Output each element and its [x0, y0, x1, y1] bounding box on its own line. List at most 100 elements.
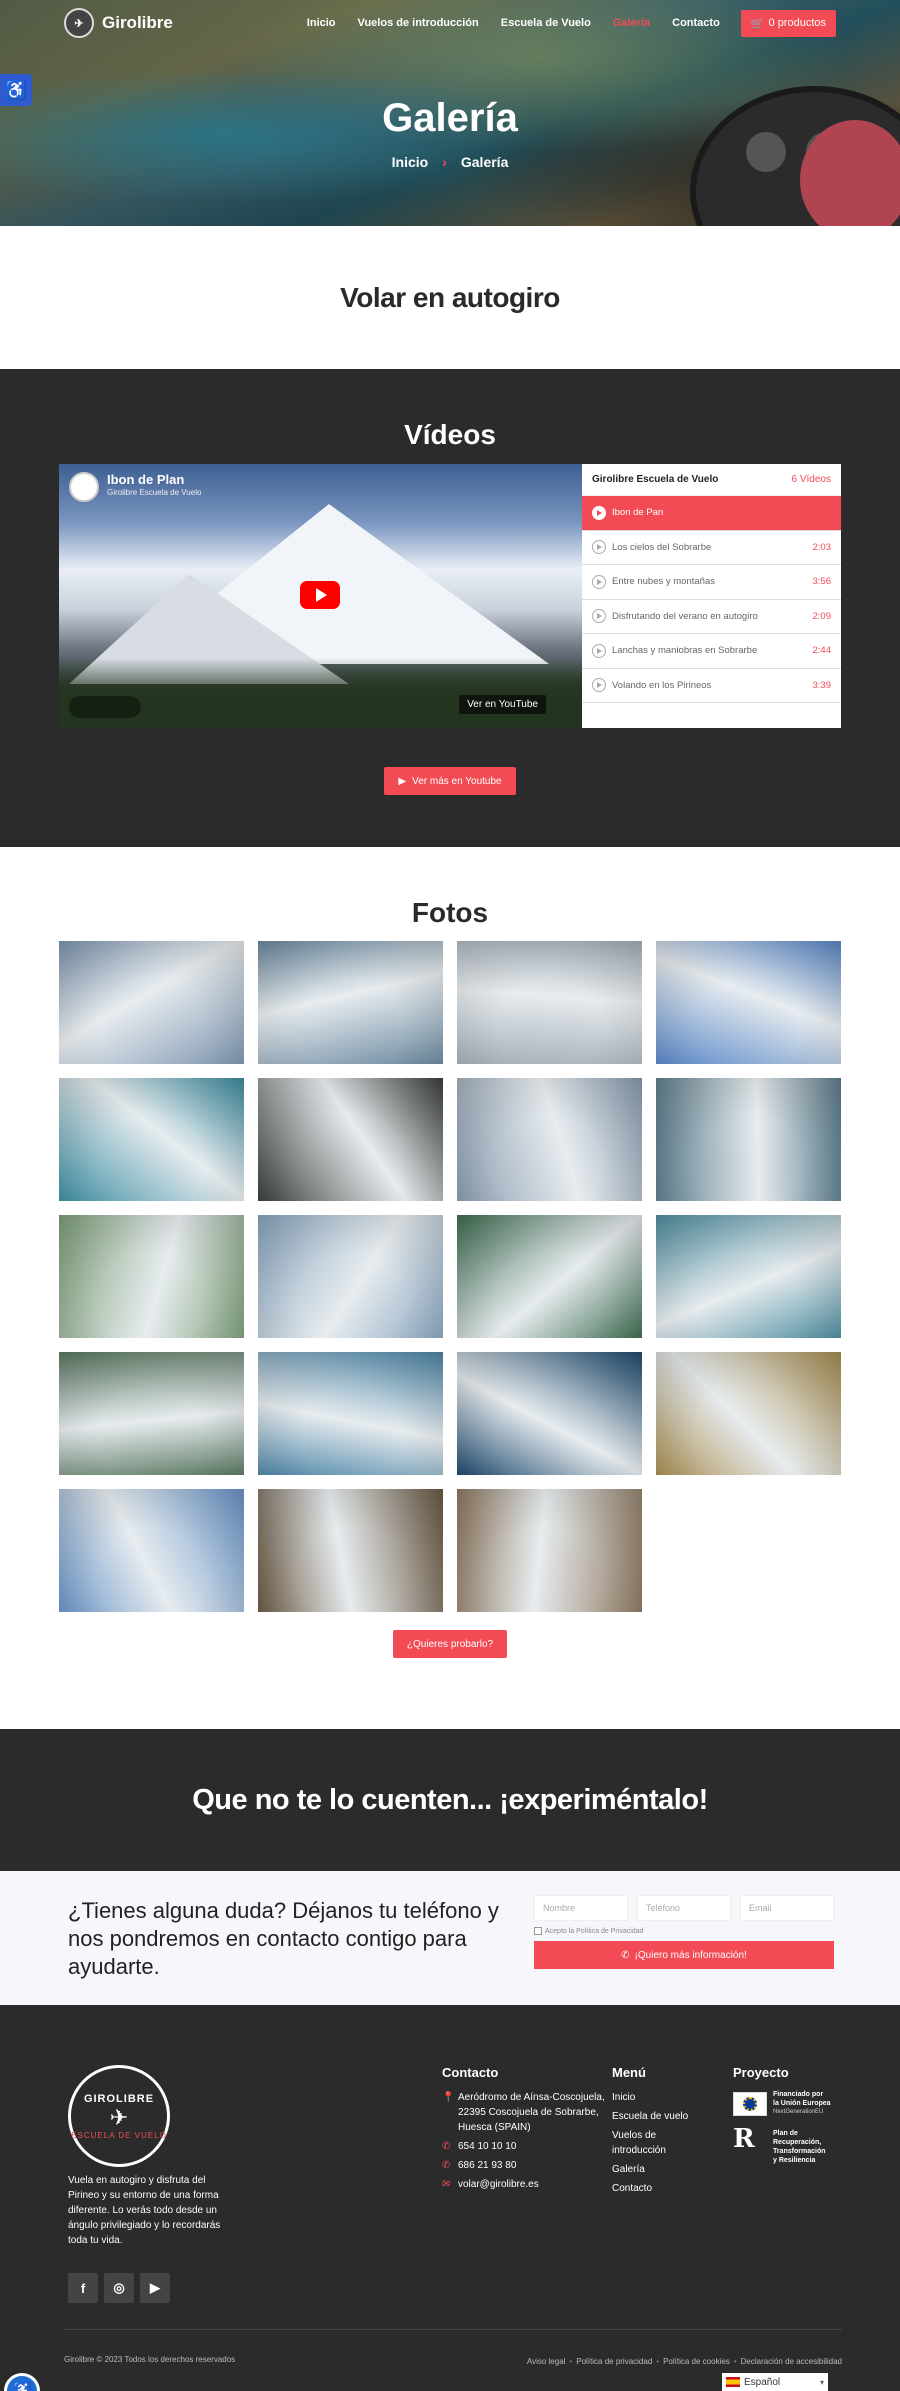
playlist-header: Girolibre Escuela de Vuelo 6 Vídeos — [582, 464, 841, 496]
gallery-photo[interactable] — [59, 1078, 244, 1201]
footer-phone-1[interactable]: 654 10 10 10 — [458, 2139, 516, 2154]
gallery-photo[interactable] — [457, 1489, 642, 1612]
gallery-photo[interactable] — [59, 1215, 244, 1338]
gallery-photo[interactable] — [656, 1352, 841, 1475]
cta-banner: Que no te lo cuenten... ¡experiméntalo! — [0, 1729, 900, 1871]
legal-link[interactable]: Declaración de accesibilidad — [741, 2357, 842, 2366]
prtr-text-line: y Resiliencia — [773, 2157, 816, 2164]
gallery-photo[interactable] — [59, 1489, 244, 1612]
playlist-item[interactable]: Los cielos del Sobrarbe 2:03 — [582, 531, 841, 565]
footer-menu-item[interactable]: Contacto — [612, 2181, 702, 2196]
footer-menu-item[interactable]: Escuela de vuelo — [612, 2109, 702, 2124]
playlist-item-duration: 2:44 — [812, 645, 832, 657]
phone-icon: ✆ — [621, 1949, 630, 1961]
footer-logo[interactable]: GIROLIBRE ✈ ESCUELA DE VUELO — [68, 2065, 170, 2167]
facebook-icon[interactable]: f — [68, 2273, 98, 2303]
footer-address: Aeródromo de Aínsa-Coscojuela, 22395 Cos… — [458, 2092, 605, 2133]
gallery-photo[interactable] — [59, 1352, 244, 1475]
playlist-item[interactable]: Ibon de Pan — [582, 496, 841, 531]
gallery-photo[interactable] — [258, 1489, 443, 1612]
gallery-photo[interactable] — [258, 941, 443, 1064]
contact-section: ¿Tienes alguna duda? Déjanos tu teléfono… — [0, 1871, 900, 2005]
share-controls[interactable] — [69, 696, 141, 718]
autogyro-logo-icon: ✈ — [64, 8, 94, 38]
playlist-item-label: Volando en los Pirineos — [612, 679, 712, 691]
gallery-photo[interactable] — [457, 1078, 642, 1201]
playlist-count: 6 Vídeos — [791, 474, 831, 485]
youtube-icon[interactable]: ▶ — [140, 2273, 170, 2303]
nav-item-vuelos[interactable]: Vuelos de introducción — [347, 17, 490, 29]
youtube-more-button[interactable]: ▶ Ver más en Youtube — [384, 767, 516, 795]
legal-link[interactable]: Política de privacidad — [576, 2357, 652, 2366]
accessibility-toggle-button[interactable]: ♿ — [0, 74, 32, 106]
youtube-play-icon[interactable] — [300, 581, 340, 609]
gallery-photo[interactable] — [457, 941, 642, 1064]
eu-text-line: la Unión Europea — [773, 2100, 831, 2107]
playlist-title: Girolibre Escuela de Vuelo — [592, 474, 719, 485]
legal-link[interactable]: Política de cookies — [663, 2357, 730, 2366]
gallery-photo[interactable] — [656, 941, 841, 1064]
playlist-item[interactable]: Volando en los Pirineos 3:39 — [582, 669, 841, 703]
footer-menu-item[interactable]: Inicio — [612, 2090, 702, 2105]
youtube-icon: ▶ — [398, 775, 407, 787]
footer-project: Proyecto Financiado por la Unión Europea… — [733, 2065, 843, 2165]
nav-item-contacto[interactable]: Contacto — [661, 17, 731, 29]
video-title[interactable]: Ibon de Plan — [107, 472, 184, 487]
language-selector[interactable]: Español ▾ — [722, 2373, 828, 2391]
name-field[interactable]: Nombre — [534, 1895, 628, 1921]
gallery-photo[interactable] — [457, 1215, 642, 1338]
nav-item-galeria[interactable]: Galería — [602, 17, 661, 29]
playlist-item[interactable]: Disfrutando del verano en autogiro 2:09 — [582, 600, 841, 634]
cart-button[interactable]: 🛒 0 productos — [740, 9, 836, 37]
video-playlist: Girolibre Escuela de Vuelo 6 Vídeos Ibon… — [582, 464, 841, 728]
phone-field[interactable]: Teléfono — [637, 1895, 731, 1921]
footer-about: Vuela en autogiro y disfruta del Pirineo… — [68, 2175, 221, 2246]
privacy-label[interactable]: Acepto la Política de Privacidad — [545, 1928, 643, 1935]
watch-on-youtube-button[interactable]: Ver en YouTube — [459, 695, 546, 714]
spain-flag-icon — [726, 2377, 740, 2387]
accessibility-widget-icon[interactable]: ♿ — [4, 2373, 40, 2391]
language-label: Español — [744, 2376, 781, 2388]
breadcrumb-home-link[interactable]: Inicio — [392, 154, 429, 170]
footer-phone-2[interactable]: 686 21 93 80 — [458, 2158, 516, 2173]
gallery-photo[interactable] — [59, 941, 244, 1064]
prtr-text-line: Recuperación, — [773, 2139, 822, 2146]
submit-button[interactable]: ✆ ¡Quiero más información! — [534, 1941, 834, 1969]
try-it-button[interactable]: ¿Quieres probarlo? — [392, 1630, 508, 1658]
gallery-photo[interactable] — [258, 1078, 443, 1201]
playlist-item-duration: 2:09 — [812, 610, 832, 622]
eu-flag-icon — [733, 2091, 767, 2116]
footer-email[interactable]: volar@girolibre.es — [458, 2177, 539, 2192]
hero-section: ✈ Girolibre Inicio Vuelos de introducció… — [0, 0, 900, 226]
play-circle-icon — [592, 505, 606, 520]
gallery-photo[interactable] — [656, 1215, 841, 1338]
gallery-photo[interactable] — [258, 1352, 443, 1475]
gallery-photo[interactable] — [457, 1352, 642, 1475]
playlist-item[interactable]: Entre nubes y montañas 3:56 — [582, 565, 841, 600]
contact-heading: ¿Tienes alguna duda? Déjanos tu teléfono… — [68, 1898, 499, 1979]
footer-menu-item[interactable]: Vuelos de introducción — [612, 2128, 702, 2158]
breadcrumb-current: Galería — [460, 154, 509, 170]
footer-menu: Menú Inicio Escuela de vuelo Vuelos de i… — [612, 2065, 702, 2200]
gallery-photo[interactable] — [656, 1078, 841, 1201]
email-field[interactable]: Email — [740, 1895, 834, 1921]
nav-item-inicio[interactable]: Inicio — [296, 17, 347, 29]
playlist-item-duration: 3:56 — [812, 576, 832, 588]
privacy-checkbox[interactable] — [534, 1927, 542, 1935]
video-embed[interactable]: Ibon de Plan Girolibre Escuela de Vuelo … — [59, 464, 582, 728]
playlist-item[interactable]: Lanchas y maniobras en Sobrarbe 2:44 — [582, 634, 841, 669]
phone-icon: ✆ — [442, 2160, 451, 2171]
cart-label: 0 productos — [768, 17, 826, 29]
channel-avatar[interactable] — [69, 472, 99, 502]
instagram-icon[interactable]: ◎ — [104, 2273, 134, 2303]
photos-section: Fotos ¿Quieres probarlo? — [0, 847, 900, 1729]
nav-item-escuela[interactable]: Escuela de Vuelo — [490, 17, 602, 29]
gallery-photo[interactable] — [258, 1215, 443, 1338]
photo-grid — [59, 941, 841, 1612]
legal-link[interactable]: Aviso legal — [527, 2357, 566, 2366]
breadcrumb: Inicio › Galería — [0, 154, 900, 170]
videos-heading: Vídeos — [404, 419, 496, 450]
footer-menu-item[interactable]: Galería — [612, 2162, 702, 2177]
site-logo[interactable]: ✈ Girolibre — [64, 8, 173, 38]
autogyro-icon: ✈ — [109, 2104, 129, 2130]
